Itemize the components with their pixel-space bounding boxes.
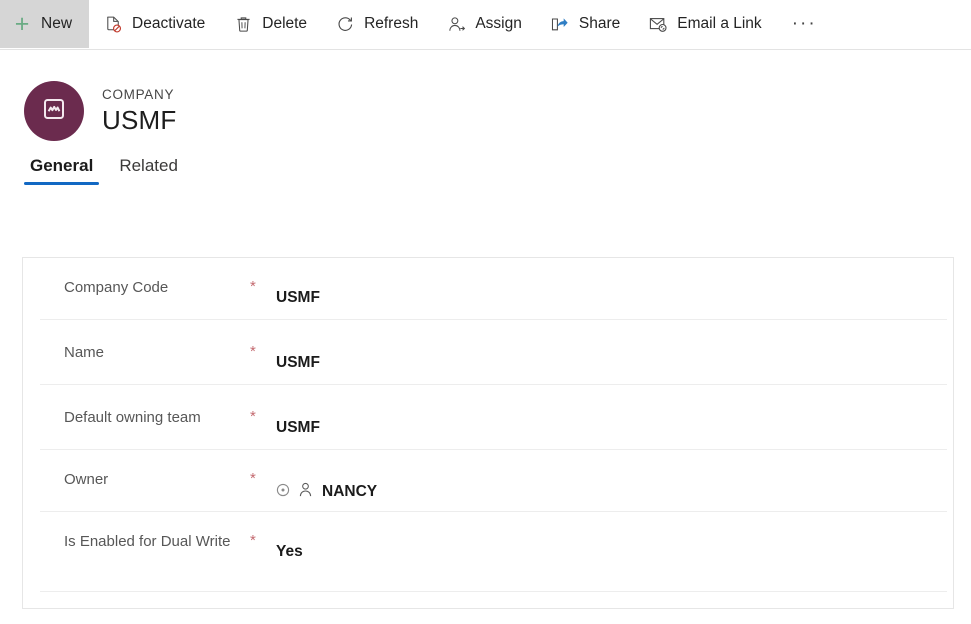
refresh-button[interactable]: Refresh (321, 0, 432, 48)
field-label-name: Name (64, 344, 105, 361)
field-label-company-code: Company Code (64, 279, 169, 296)
assign-button-label: Assign (475, 15, 522, 32)
required-marker-is-enabled-for-dual-write: * (250, 532, 256, 549)
page-title: USMF (102, 104, 177, 135)
share-button-label: Share (578, 15, 621, 32)
new-button-label: New (41, 15, 73, 32)
general-tab-form-card: Company Code * USMF Name * USMF Default … (22, 257, 954, 609)
presence-circle-icon (276, 483, 290, 502)
record-header: COMPANY USMF (0, 50, 971, 141)
field-value-default-owning-team-text: USMF (276, 419, 320, 436)
field-row-company-code: Company Code * USMF (23, 258, 953, 320)
share-icon (550, 14, 570, 34)
field-label-default-owning-team: Default owning team (64, 409, 201, 426)
field-value-is-enabled-for-dual-write[interactable]: Yes (276, 530, 953, 561)
company-entity-icon (41, 96, 67, 127)
deactivate-button-label: Deactivate (132, 15, 206, 32)
tab-general[interactable]: General (20, 156, 103, 185)
owner-icon-group (276, 481, 314, 503)
deactivate-button[interactable]: Deactivate (89, 0, 219, 48)
field-value-company-code-text: USMF (276, 289, 320, 306)
field-value-is-enabled-for-dual-write-text: Yes (276, 543, 303, 560)
record-title-block: COMPANY USMF (102, 87, 176, 136)
tab-selected-underline (24, 182, 100, 185)
email-link-icon (648, 14, 668, 34)
field-value-name[interactable]: USMF (276, 341, 953, 372)
required-marker-name: * (250, 343, 256, 360)
field-value-owner[interactable]: NANCY (276, 468, 953, 503)
field-value-default-owning-team[interactable]: USMF (276, 406, 953, 437)
trash-icon (233, 14, 253, 34)
plus-icon: + (14, 9, 30, 38)
refresh-icon (335, 14, 355, 34)
share-button[interactable]: Share (536, 0, 634, 48)
entity-type-label: COMPANY (102, 86, 175, 102)
required-marker-owner: * (250, 470, 256, 487)
assign-person-icon (446, 14, 466, 34)
field-label-is-enabled-for-dual-write: Is Enabled for Dual Write (64, 533, 231, 550)
deactivate-icon (103, 14, 123, 34)
field-divider (40, 591, 947, 592)
tab-related-label: Related (119, 156, 178, 175)
required-marker-company-code: * (250, 278, 256, 295)
tab-related[interactable]: Related (109, 156, 188, 185)
email-a-link-button[interactable]: Email a Link (634, 0, 775, 48)
delete-button-label: Delete (262, 15, 308, 32)
field-row-is-enabled-for-dual-write: Is Enabled for Dual Write * Yes (23, 512, 953, 592)
new-button[interactable]: + New (0, 0, 90, 48)
field-row-name: Name * USMF (23, 320, 953, 385)
field-value-owner-text: NANCY (322, 483, 378, 500)
person-icon (297, 481, 314, 503)
email-a-link-button-label: Email a Link (677, 15, 762, 32)
tab-strip: General Related (0, 141, 971, 185)
delete-button[interactable]: Delete (219, 0, 321, 48)
required-marker-default-owning-team: * (250, 408, 256, 425)
tab-general-label: General (30, 156, 94, 175)
command-bar: + New Deactivate Delete Refresh Assign S… (0, 0, 971, 50)
field-row-default-owning-team: Default owning team * USMF (23, 385, 953, 450)
avatar (24, 81, 84, 141)
field-value-name-text: USMF (276, 354, 320, 371)
ellipsis-icon: ··· (791, 13, 817, 34)
refresh-button-label: Refresh (364, 15, 419, 32)
field-label-owner: Owner (64, 471, 109, 488)
field-value-company-code[interactable]: USMF (276, 276, 953, 307)
field-row-owner: Owner * NANCY (23, 450, 953, 512)
more-commands-button[interactable]: ··· (776, 0, 833, 48)
assign-button[interactable]: Assign (432, 0, 536, 48)
